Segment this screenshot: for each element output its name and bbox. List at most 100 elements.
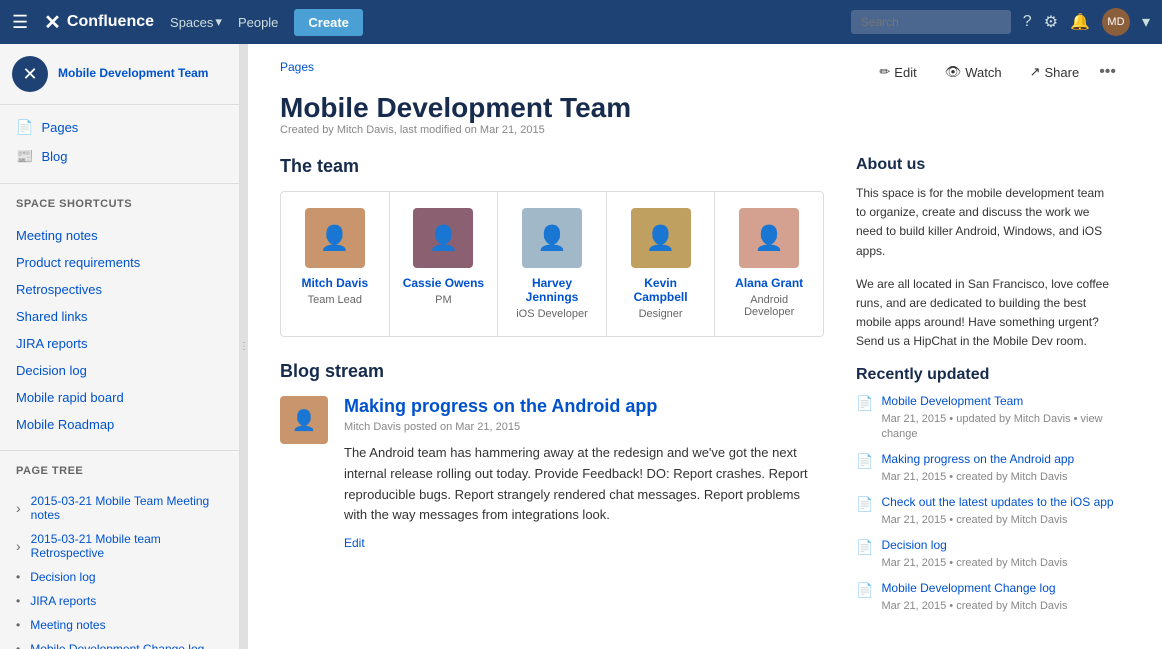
- pages-icon: 📄: [16, 119, 33, 136]
- share-icon: ↗: [1030, 64, 1041, 80]
- recent-item-4: 📄 Mobile Development Change log Mar 21, …: [856, 581, 1116, 612]
- recent-item-3: 📄 Decision log Mar 21, 2015 • created by…: [856, 538, 1116, 569]
- recent-content-1: Making progress on the Android app Mar 2…: [881, 452, 1116, 483]
- shortcut-meeting-notes[interactable]: Meeting notes: [0, 222, 239, 249]
- team-member-3: 👤 Kevin Campbell Designer: [607, 192, 716, 336]
- recent-item-1: 📄 Making progress on the Android app Mar…: [856, 452, 1116, 483]
- spaces-menu[interactable]: Spaces ▾: [170, 14, 222, 30]
- edit-button[interactable]: ✏ Edit: [871, 60, 924, 84]
- page-tree: 2015-03-21 Mobile Team Meeting notes 201…: [0, 481, 239, 649]
- blog-author-avatar: 👤: [280, 396, 328, 444]
- recent-meta-0: Mar 21, 2015 • updated by Mitch Davis • …: [881, 413, 1102, 440]
- team-member-2: 👤 Harvey Jennings iOS Developer: [498, 192, 607, 336]
- confluence-logo-icon: ✕: [44, 10, 61, 35]
- recent-link-4[interactable]: Mobile Development Change log: [881, 581, 1116, 595]
- shortcut-shared-links[interactable]: Shared links: [0, 303, 239, 330]
- shortcut-product-requirements[interactable]: Product requirements: [0, 249, 239, 276]
- top-navigation: ☰ ✕ Confluence Spaces ▾ People Create ? …: [0, 0, 1162, 44]
- recent-meta-2: Mar 21, 2015 • created by Mitch Davis: [881, 514, 1067, 526]
- help-icon[interactable]: ?: [1023, 13, 1032, 31]
- shortcut-decision-log[interactable]: Decision log: [0, 357, 239, 384]
- blog-edit-link[interactable]: Edit: [344, 536, 824, 550]
- recent-content-3: Decision log Mar 21, 2015 • created by M…: [881, 538, 1116, 569]
- page-icon-2: 📄: [856, 496, 873, 513]
- member-role-2: iOS Developer: [510, 308, 594, 320]
- create-button[interactable]: Create: [294, 9, 362, 36]
- shortcut-jira-reports[interactable]: JIRA reports: [0, 330, 239, 357]
- shortcut-mobile-roadmap[interactable]: Mobile Roadmap: [0, 411, 239, 438]
- content-sidebar: About us This space is for the mobile de…: [856, 156, 1116, 624]
- search-input[interactable]: [851, 10, 1011, 34]
- page-meta: Created by Mitch Davis, last modified on…: [280, 124, 1116, 136]
- sidebar-item-pages[interactable]: 📄 Pages: [0, 113, 239, 142]
- team-member-0: 👤 Mitch Davis Team Lead: [281, 192, 390, 336]
- space-icon: ✕: [12, 56, 48, 92]
- recent-content-0: Mobile Development Team Mar 21, 2015 • u…: [881, 394, 1116, 440]
- shortcut-retrospectives[interactable]: Retrospectives: [0, 276, 239, 303]
- member-role-4: Android Developer: [727, 294, 811, 318]
- tree-item-retrospective[interactable]: 2015-03-21 Mobile team Retrospective: [0, 527, 239, 565]
- member-role-0: Team Lead: [293, 294, 377, 306]
- member-avatar-1: 👤: [413, 208, 473, 268]
- tree-item-jira-reports[interactable]: JIRA reports: [0, 589, 239, 613]
- shortcuts-list: Meeting notes Product requirements Retro…: [0, 214, 239, 446]
- tree-item-decision-log[interactable]: Decision log: [0, 565, 239, 589]
- member-name-0[interactable]: Mitch Davis: [293, 276, 377, 290]
- blog-section: Blog stream 👤 Making progress on the And…: [280, 361, 824, 550]
- watch-button[interactable]: 👁 Watch: [937, 60, 1010, 84]
- member-role-3: Designer: [619, 308, 703, 320]
- notifications-icon[interactable]: 🔔: [1070, 12, 1090, 32]
- member-name-2[interactable]: Harvey Jennings: [510, 276, 594, 304]
- recent-meta-4: Mar 21, 2015 • created by Mitch Davis: [881, 600, 1067, 612]
- member-role-1: PM: [402, 294, 486, 306]
- page-icon-4: 📄: [856, 582, 873, 599]
- logo[interactable]: ✕ Confluence: [44, 10, 154, 35]
- recent-link-2[interactable]: Check out the latest updates to the iOS …: [881, 495, 1116, 509]
- edit-icon: ✏: [879, 64, 890, 80]
- page-icon-1: 📄: [856, 453, 873, 470]
- settings-icon[interactable]: ⚙: [1044, 12, 1058, 32]
- blog-post: 👤 Making progress on the Android app Mit…: [280, 396, 824, 550]
- sidebar-resize-handle[interactable]: ⋮: [240, 44, 248, 649]
- tree-item-change-log[interactable]: Mobile Development Change log: [0, 637, 239, 649]
- blog-post-text: The Android team has hammering away at t…: [344, 443, 824, 526]
- logo-text: Confluence: [67, 13, 154, 31]
- blog-section-title: Blog stream: [280, 361, 824, 382]
- chevron-down-icon: ▾: [215, 14, 222, 30]
- recent-link-3[interactable]: Decision log: [881, 538, 1116, 552]
- member-avatar-2: 👤: [522, 208, 582, 268]
- tree-item-meeting-notes-tree[interactable]: Meeting notes: [0, 613, 239, 637]
- member-avatar-3: 👤: [631, 208, 691, 268]
- member-name-4[interactable]: Alana Grant: [727, 276, 811, 290]
- about-text-1: This space is for the mobile development…: [856, 184, 1116, 261]
- sidebar-nav: 📄 Pages 📰 Blog: [0, 105, 239, 179]
- about-title: About us: [856, 156, 1116, 174]
- team-grid: 👤 Mitch Davis Team Lead 👤 Cassie Owens P…: [280, 191, 824, 337]
- hamburger-menu[interactable]: ☰: [12, 12, 28, 33]
- sidebar-item-blog[interactable]: 📰 Blog: [0, 142, 239, 171]
- space-name[interactable]: Mobile Development Team: [58, 66, 208, 82]
- team-member-1: 👤 Cassie Owens PM: [390, 192, 499, 336]
- shortcuts-section-title: SPACE SHORTCUTS: [0, 188, 239, 214]
- people-nav[interactable]: People: [238, 15, 278, 30]
- main-layout: ✕ Mobile Development Team 📄 Pages 📰 Blog…: [0, 44, 1162, 649]
- breadcrumb[interactable]: Pages: [280, 60, 314, 74]
- page-icon-0: 📄: [856, 395, 873, 412]
- avatar-chevron-icon[interactable]: ▾: [1142, 12, 1150, 32]
- about-text-2: We are all located in San Francisco, lov…: [856, 275, 1116, 352]
- tree-item-meeting-notes[interactable]: 2015-03-21 Mobile Team Meeting notes: [0, 489, 239, 527]
- recent-link-0[interactable]: Mobile Development Team: [881, 394, 1116, 408]
- member-name-1[interactable]: Cassie Owens: [402, 276, 486, 290]
- recent-link-1[interactable]: Making progress on the Android app: [881, 452, 1116, 466]
- more-actions-button[interactable]: •••: [1099, 63, 1116, 81]
- recent-meta-3: Mar 21, 2015 • created by Mitch Davis: [881, 557, 1067, 569]
- user-avatar[interactable]: MD: [1102, 8, 1130, 36]
- recently-updated-title: Recently updated: [856, 366, 1116, 384]
- member-avatar-0: 👤: [305, 208, 365, 268]
- share-button[interactable]: ↗ Share: [1022, 60, 1088, 84]
- recent-content-4: Mobile Development Change log Mar 21, 20…: [881, 581, 1116, 612]
- member-name-3[interactable]: Kevin Campbell: [619, 276, 703, 304]
- blog-post-title[interactable]: Making progress on the Android app: [344, 396, 824, 417]
- nav-right: ? ⚙ 🔔 MD ▾: [851, 8, 1150, 36]
- shortcut-mobile-rapid-board[interactable]: Mobile rapid board: [0, 384, 239, 411]
